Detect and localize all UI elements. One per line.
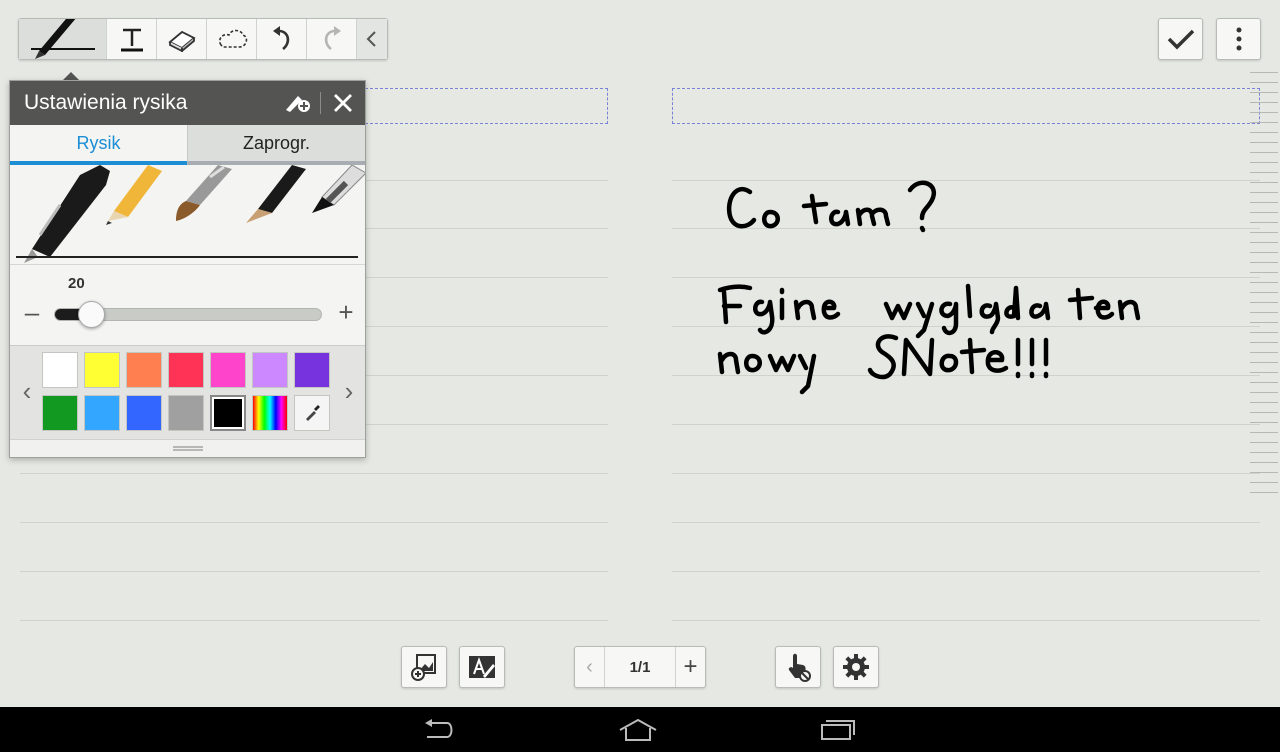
ruled-line [20,571,608,572]
chevron-left-icon [366,31,376,47]
palette-prev-button[interactable]: ‹ [18,376,36,407]
text-recognition-icon [469,656,495,678]
page-indicator: 1/1 [629,658,651,676]
add-page-button[interactable]: + [675,647,705,687]
palette-next-button[interactable]: › [340,376,358,407]
redo-button[interactable] [307,19,357,59]
color-swatch[interactable] [210,352,246,388]
slider-thumb[interactable] [78,301,106,328]
add-preset-button[interactable] [276,81,320,125]
home-button[interactable] [608,715,668,745]
color-swatch[interactable] [126,352,162,388]
color-swatch[interactable] [168,352,204,388]
eraser-tool-button[interactable] [157,19,207,59]
fountain-pen-option[interactable] [24,165,110,263]
recent-apps-button[interactable] [808,715,868,745]
gear-icon [843,654,869,680]
ruled-line [672,571,1260,572]
settings-button[interactable] [833,646,879,688]
more-options-button[interactable] [1216,18,1261,60]
lasso-icon [218,29,247,48]
marker-option[interactable] [312,164,367,213]
back-button[interactable] [408,715,468,745]
pen-settings-panel: Ustawienia rysika Rysik Zaprogr. 20 – + … [9,80,367,458]
checkmark-icon [1167,29,1194,50]
insert-image-button[interactable] [401,646,447,688]
pen-icon [30,19,95,59]
color-palette: ‹ › [10,345,365,439]
hand-pointer-icon [788,653,811,682]
decrease-size-button[interactable]: – [22,299,42,325]
pen-tool-button[interactable] [19,19,107,59]
ruled-line [20,620,608,621]
ruled-line [20,522,608,523]
page-scroll-indicator[interactable] [1244,72,1278,504]
pen-types [16,164,367,263]
add-preset-icon [286,96,310,112]
home-icon [619,718,657,741]
eyedropper-button[interactable] [294,395,330,431]
panel-resize-handle[interactable] [10,439,365,457]
previous-page-button[interactable]: ‹ [575,647,605,687]
pen-settings-title: Ustawienia rysika [24,91,188,114]
save-done-button[interactable] [1158,18,1203,60]
redo-icon [324,26,341,51]
collapse-toolbar-button[interactable] [357,19,387,59]
pen-size-control: 20 – + [10,265,365,345]
pen-type-selector [10,164,367,265]
color-swatches [42,352,330,431]
increase-size-button[interactable]: + [334,299,358,325]
lasso-tool-button[interactable] [207,19,257,59]
text-tool-button[interactable] [107,19,157,59]
pen-settings-header: Ustawienia rysika [10,81,365,125]
brush-option[interactable] [176,165,232,221]
ruled-line [672,620,1260,621]
color-swatch[interactable] [42,395,78,431]
color-swatch[interactable] [294,352,330,388]
overflow-menu-icon [1236,27,1241,51]
color-swatch[interactable] [84,352,120,388]
eyedropper-icon [306,405,320,421]
pen-size-slider[interactable] [54,301,322,328]
left-title-field[interactable] [360,88,608,124]
tab-presets[interactable]: Zaprogr. [187,125,365,165]
color-swatch[interactable] [126,395,162,431]
page-navigator: ‹ 1/1 + [574,646,706,688]
color-swatch[interactable] [252,352,288,388]
ruled-line [672,522,1260,523]
ruled-line [672,424,1260,425]
close-icon [334,94,352,112]
touch-mode-button[interactable] [775,646,821,688]
color-swatch[interactable] [42,352,78,388]
eraser-icon [167,30,196,52]
handwritten-note [717,180,1141,395]
right-title-field[interactable] [672,88,1260,124]
pencil-option[interactable] [106,165,162,225]
handwriting-recognition-button[interactable] [459,646,505,688]
system-navigation-bar [0,707,1280,752]
close-panel-button[interactable] [321,81,365,125]
ruled-line [672,473,1260,474]
color-swatch[interactable] [210,395,246,431]
insert-image-icon [411,654,436,681]
back-icon [425,719,453,738]
ruled-line [20,473,608,474]
undo-button[interactable] [257,19,307,59]
pen-settings-tabs: Rysik Zaprogr. [10,125,365,165]
text-icon [120,28,143,52]
undo-icon [272,26,289,51]
recent-apps-icon [821,720,855,740]
tab-pen[interactable]: Rysik [10,125,187,165]
custom-color-swatch[interactable] [252,395,288,431]
drawing-toolbar [18,18,388,60]
calligraphy-pen-option[interactable] [246,165,306,223]
color-swatch[interactable] [84,395,120,431]
color-swatch[interactable] [168,395,204,431]
pen-size-value: 20 [68,275,85,292]
